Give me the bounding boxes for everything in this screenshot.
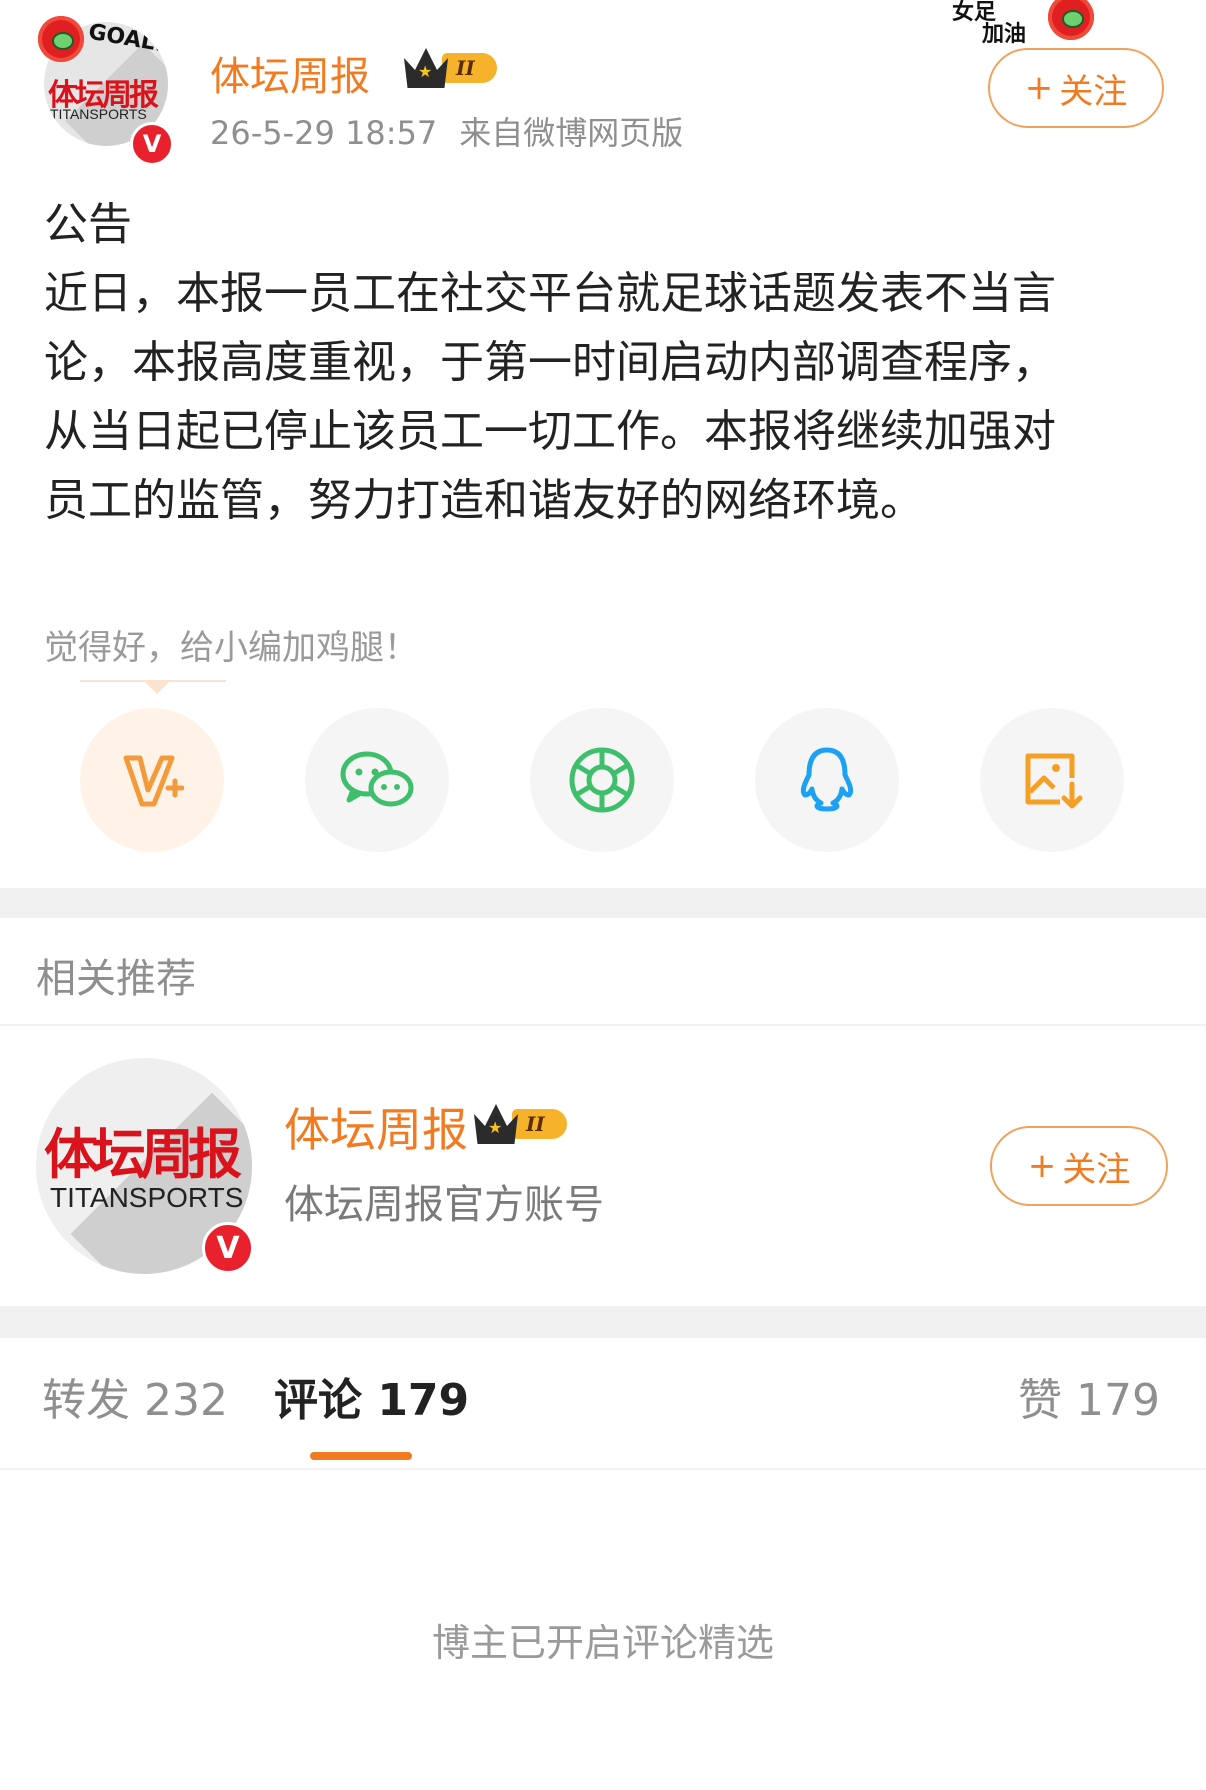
level-text: II (442, 53, 497, 83)
follow-button[interactable]: + 关注 (988, 48, 1164, 128)
save-image-icon (1025, 753, 1083, 809)
post-time: 26-5-29 18:57 (210, 114, 438, 152)
crown-icon: ★ (404, 48, 448, 88)
author-name[interactable]: 体坛周报 (210, 44, 370, 102)
corner-sticker-line2: 加油 (982, 22, 1027, 47)
post-line: 论，本报高度重视，于第一时间启动内部调查程序， (44, 337, 1056, 388)
member-level-badge[interactable]: ★ II (404, 48, 497, 88)
avatar-logo-en: TITANSPORTS (50, 1182, 244, 1213)
crown-icon: ★ (474, 1104, 518, 1144)
comments-note: 博主已开启评论精选 (431, 1621, 774, 1665)
section-divider (0, 1306, 1206, 1338)
tab-repost[interactable]: 转发 232 (42, 1364, 228, 1428)
post-source: 来自微博网页版 (459, 114, 684, 152)
plus-icon: + (1024, 68, 1054, 108)
related-title: 相关推荐 (36, 956, 196, 1002)
flower-sticker-icon (1048, 0, 1094, 40)
post-meta: 26-5-29 18:57 来自微博网页版 (210, 108, 683, 154)
avatar-logo-text: 体坛周报 (44, 1123, 242, 1186)
active-tab-indicator (310, 1452, 412, 1460)
tip-caret-icon (143, 680, 171, 694)
row-divider (0, 1024, 1206, 1026)
v-plus-icon (123, 755, 184, 807)
share-qq-button[interactable] (755, 708, 899, 852)
post-content: 公告 近日，本报一员工在社交平台就足球话题发表不当言 论，本报高度重视，于第一时… (44, 190, 1164, 535)
section-divider (0, 888, 1206, 918)
post-line: 近日，本报一员工在社交平台就足球话题发表不当言 (44, 268, 1056, 319)
post-line: 员工的监管，努力打造和谐友好的网络环境。 (44, 475, 924, 526)
reward-tip[interactable]: 觉得好，给小编加鸡腿！ (44, 620, 418, 669)
avatar-logo-en: TITANSPORTS (50, 106, 147, 122)
interaction-tabs: 转发 232 评论 179 赞 179 (0, 1338, 1206, 1468)
corner-sticker: 女足 加油 (952, 2, 1026, 46)
follow-button-label: 关注 (1059, 71, 1128, 112)
avatar-sticker-text: GOAL! (86, 22, 167, 58)
corner-sticker-line1: 女足 (952, 0, 997, 25)
post-line: 从当日起已停止该员工一切工作。本报将继续加强对 (44, 406, 1056, 457)
plus-icon: + (1027, 1146, 1057, 1186)
save-image-button[interactable] (980, 708, 1124, 852)
verified-badge-icon: V (202, 1222, 254, 1274)
follow-button-label: 关注 (1062, 1149, 1131, 1190)
recommended-name[interactable]: 体坛周报 (284, 1094, 468, 1160)
row-divider (0, 1468, 1206, 1470)
reward-button[interactable] (80, 708, 224, 852)
post-line: 公告 (44, 199, 132, 250)
member-level-badge[interactable]: ★ II (474, 1104, 567, 1144)
verified-badge-icon: V (130, 122, 174, 166)
recommended-description: 体坛周报官方账号 (284, 1182, 604, 1228)
share-moments-button[interactable] (530, 708, 674, 852)
tab-comments[interactable]: 评论 179 (274, 1364, 469, 1428)
moments-icon (569, 747, 635, 813)
recommended-follow-button[interactable]: + 关注 (990, 1126, 1168, 1206)
tab-likes[interactable]: 赞 179 (1018, 1364, 1160, 1428)
level-text: II (512, 1109, 567, 1139)
qq-icon (800, 747, 854, 812)
share-wechat-button[interactable] (305, 708, 449, 852)
wechat-icon (340, 751, 414, 807)
flower-sticker-icon (38, 16, 84, 62)
